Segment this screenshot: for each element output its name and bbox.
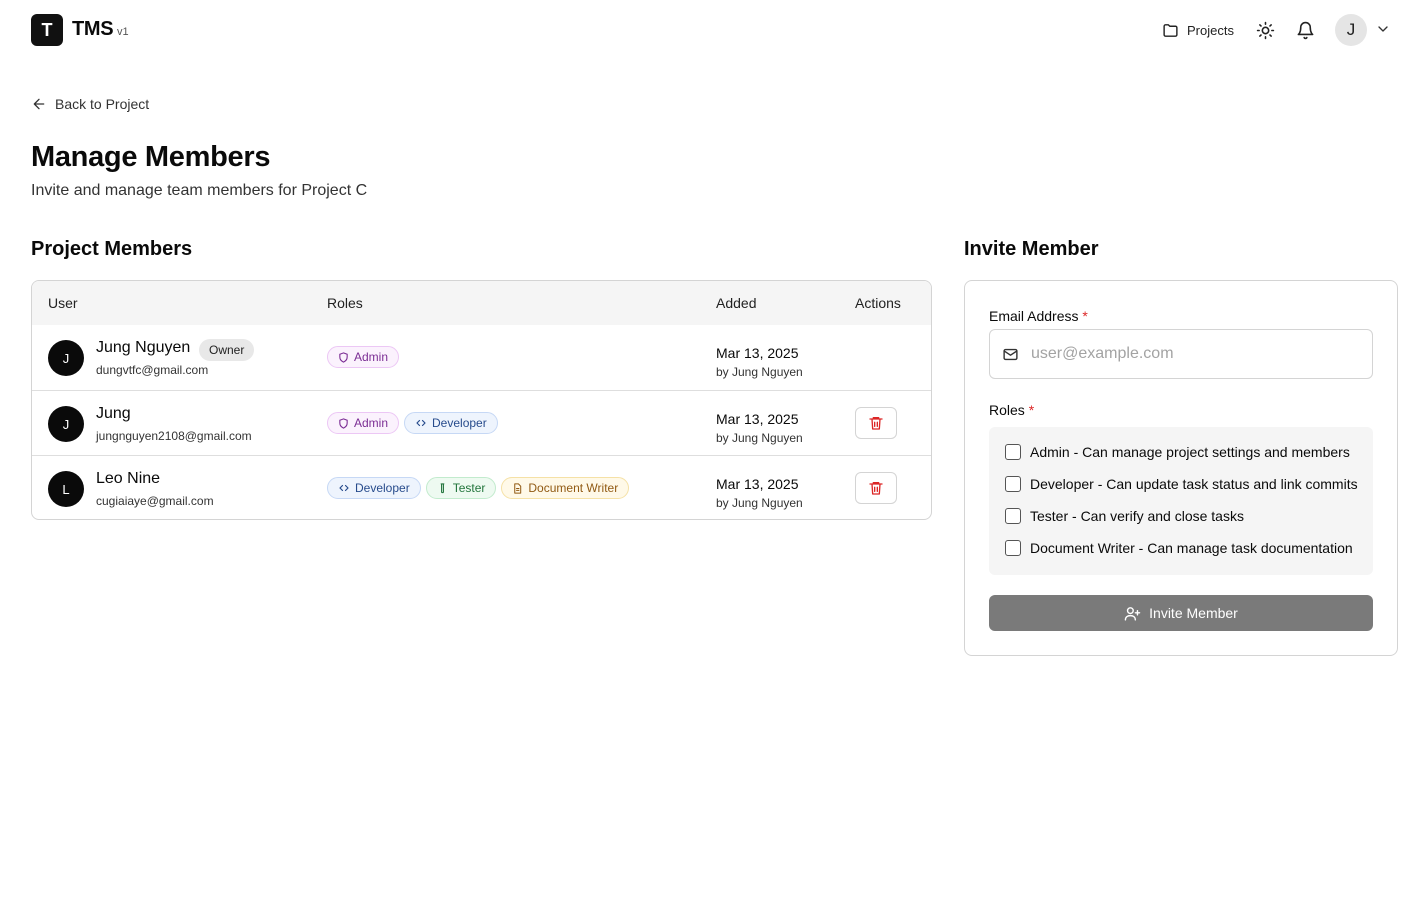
avatar: J [48,406,84,442]
member-name: Leo Nine [96,470,161,487]
members-table: User Roles Added Actions J Jung Nguyen O… [31,280,932,520]
role-label: Document Writer [528,481,619,495]
role-label: Developer [432,416,487,430]
chevron-down-icon[interactable] [1375,21,1391,37]
added-date: Mar 13, 2025 [716,476,799,492]
column-header-actions: Actions [855,295,901,311]
roles-label: Roles * [989,402,1034,418]
document-writer-checkbox[interactable] [1005,540,1021,556]
roles-checkbox-group: Admin - Can manage project settings and … [989,427,1373,575]
added-by: by Jung Nguyen [716,496,803,510]
user-avatar-button[interactable]: J [1335,14,1367,46]
remove-member-button[interactable] [855,472,897,504]
arrow-left-icon [33,98,45,110]
email-label: Email Address * [989,308,1088,324]
added-by: by Jung Nguyen [716,365,803,379]
tester-checkbox[interactable] [1005,508,1021,524]
email-field-wrapper[interactable] [989,329,1373,379]
page-subtitle: Invite and manage team members for Proje… [31,182,368,199]
role-chip-tester: Tester [425,477,497,499]
members-section-title: Project Members [31,238,193,260]
top-header: T TMS v1 Projects J [0,0,1420,60]
invite-section-title: Invite Member [964,238,1099,260]
admin-checkbox[interactable] [1005,444,1021,460]
role-option-label: Developer - Can update task status and l… [1030,476,1358,492]
developer-checkbox[interactable] [1005,476,1021,492]
role-label: Tester [452,481,486,495]
owner-badge: Owner [199,339,255,361]
role-option-document-writer[interactable]: Document Writer - Can manage task docume… [1005,540,1353,556]
required-mark: * [1082,308,1088,324]
projects-nav-link[interactable]: Projects [1162,19,1234,41]
member-email: jungnguyen2108@gmail.com [96,429,252,443]
page-title: Manage Members [31,141,271,173]
invite-form: Email Address * Roles * Admin - Can mana… [964,280,1398,656]
role-label: Admin [354,350,389,364]
test-tube-icon [440,482,445,493]
member-email: cugiaiaye@gmail.com [96,494,214,508]
role-option-label: Document Writer - Can manage task docume… [1030,540,1353,556]
code-icon [339,484,349,492]
column-header-roles: Roles [327,295,363,311]
added-date: Mar 13, 2025 [716,411,799,427]
added-by: by Jung Nguyen [716,431,803,445]
remove-member-button[interactable] [855,407,897,439]
back-to-project-link[interactable]: Back to Project [31,96,149,112]
member-email: dungvtfc@gmail.com [96,363,209,377]
projects-label: Projects [1187,22,1234,38]
member-roles: Admin Developer [327,412,498,434]
member-roles: Admin [327,346,400,368]
role-option-developer[interactable]: Developer - Can update task status and l… [1005,476,1358,492]
role-option-admin[interactable]: Admin - Can manage project settings and … [1005,444,1350,460]
app-version: v1 [117,26,129,38]
trash-icon [869,417,883,430]
back-link-label: Back to Project [55,96,150,112]
theme-toggle-button[interactable] [1253,18,1277,42]
role-option-tester[interactable]: Tester - Can verify and close tasks [1005,508,1244,524]
role-chip-document-writer: Document Writer [501,477,630,499]
email-label-text: Email Address [989,308,1079,324]
roles-label-text: Roles [989,402,1025,418]
member-name: Jung [96,405,131,422]
table-row: J Jung jungnguyen2108@gmail.com Admin De… [32,390,931,455]
folder-icon [1163,23,1178,37]
role-chip-admin: Admin [327,412,400,434]
app-name: TMS [72,18,114,40]
notifications-button[interactable] [1293,18,1317,42]
member-roles: Developer Tester Document Writer [327,477,630,499]
table-row: J Jung Nguyen Owner dungvtfc@gmail.com A… [32,325,931,390]
invite-member-button[interactable]: Invite Member [989,595,1373,631]
role-chip-developer: Developer [327,477,421,499]
role-option-label: Admin - Can manage project settings and … [1030,444,1350,460]
required-mark: * [1028,402,1035,418]
table-row: L Leo Nine cugiaiaye@gmail.com Developer… [32,455,931,519]
email-input[interactable] [1031,345,1361,363]
added-date: Mar 13, 2025 [716,345,799,361]
role-option-label: Tester - Can verify and close tasks [1030,508,1244,524]
table-header: User Roles Added Actions [32,281,931,325]
role-chip-admin: Admin [327,346,400,368]
trash-icon [869,482,883,495]
role-chip-developer: Developer [404,412,498,434]
role-label: Admin [354,416,389,430]
mail-icon [1003,348,1018,360]
user-plus-icon [1124,606,1141,621]
member-name: Jung Nguyen [96,339,191,356]
column-header-user: User [48,295,78,311]
column-header-added: Added [716,295,757,311]
shield-icon [339,417,348,429]
bell-icon [1297,21,1313,39]
avatar: L [48,471,84,507]
avatar: J [48,340,84,376]
code-icon [416,419,426,427]
sun-icon [1256,21,1274,39]
role-label: Developer [355,481,410,495]
shield-icon [339,351,348,363]
logo-icon[interactable]: T [31,14,63,46]
invite-button-label: Invite Member [1149,605,1238,621]
document-icon [514,482,522,494]
